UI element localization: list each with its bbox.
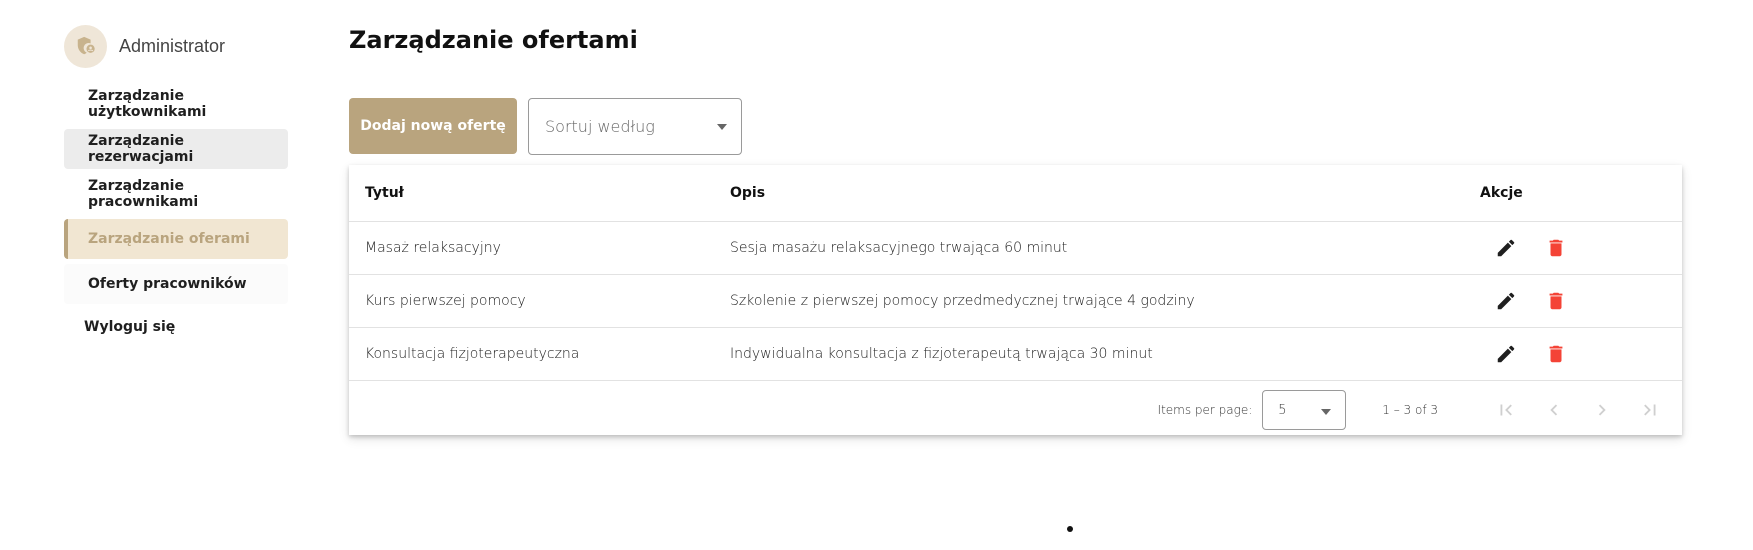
next-page-icon[interactable] bbox=[1578, 390, 1626, 430]
items-per-page-label: Items per page: bbox=[1157, 403, 1253, 417]
prev-page-icon[interactable] bbox=[1530, 390, 1578, 430]
profile-name: Administrator bbox=[119, 35, 226, 56]
row-title: Kurs pierwszej pomocy bbox=[349, 274, 714, 328]
offers-table-card: Tytuł Opis Akcje Masaż relaksacyjny Sesj… bbox=[349, 165, 1682, 435]
row-description: Szkolenie z pierwszej pomocy przedmedycz… bbox=[714, 274, 1464, 328]
sidebar-nav: Zarządzanie użytkownikami Zarządzanie re… bbox=[64, 84, 288, 345]
row-title: Konsultacja fizjoterapeutyczna bbox=[349, 327, 714, 381]
sidebar-item-employee-offers[interactable]: Oferty pracowników bbox=[64, 264, 288, 304]
last-page-icon[interactable] bbox=[1626, 390, 1674, 430]
delete-icon[interactable] bbox=[1544, 342, 1568, 366]
user-shield-icon bbox=[77, 36, 95, 55]
header-title: Tytuł bbox=[349, 165, 714, 222]
row-description: Sesja masażu relaksacyjnego trwająca 60 … bbox=[714, 221, 1464, 275]
header-description: Opis bbox=[714, 165, 1464, 222]
decorative-dot bbox=[1067, 526, 1073, 532]
add-offer-button[interactable]: Dodaj nową ofertę bbox=[349, 98, 517, 154]
delete-icon[interactable] bbox=[1544, 236, 1568, 260]
page-title: Zarządzanie ofertami bbox=[349, 26, 638, 54]
items-per-page-select[interactable]: 5 bbox=[1262, 390, 1347, 430]
chevron-down-icon bbox=[1321, 409, 1332, 415]
row-description: Indywidualna konsultacja z fizjoterapeut… bbox=[714, 327, 1464, 381]
table-header-row: Tytuł Opis Akcje bbox=[349, 165, 1682, 222]
chevron-down-icon bbox=[717, 124, 727, 130]
sidebar-item-offers[interactable]: Zarządzanie oferami bbox=[64, 219, 288, 259]
sidebar-item-reservations[interactable]: Zarządzanie rezerwacjami bbox=[64, 129, 288, 169]
sidebar: Administrator Zarządzanie użytkownikami … bbox=[64, 24, 288, 350]
sort-select[interactable]: Sortuj według bbox=[528, 98, 742, 155]
avatar bbox=[64, 24, 107, 68]
row-title: Masaż relaksacyjny bbox=[349, 221, 714, 275]
first-page-icon[interactable] bbox=[1482, 390, 1530, 430]
sidebar-item-employees[interactable]: Zarządzanie pracownikami bbox=[64, 174, 288, 214]
page-range: 1 – 3 of 3 bbox=[1382, 403, 1438, 417]
edit-icon[interactable] bbox=[1494, 236, 1518, 260]
logout-link[interactable]: Wyloguj się bbox=[64, 309, 288, 345]
delete-icon[interactable] bbox=[1544, 289, 1568, 313]
paginator: Items per page: 5 1 – 3 of 3 bbox=[349, 386, 1682, 434]
sidebar-item-users[interactable]: Zarządzanie użytkownikami bbox=[64, 84, 288, 124]
sort-placeholder: Sortuj według bbox=[545, 117, 655, 136]
edit-icon[interactable] bbox=[1494, 289, 1518, 313]
edit-icon[interactable] bbox=[1494, 342, 1518, 366]
table-row: Kurs pierwszej pomocy Szkolenie z pierws… bbox=[349, 274, 1682, 328]
table-row: Konsultacja fizjoterapeutyczna Indywidua… bbox=[349, 327, 1682, 381]
profile: Administrator bbox=[64, 24, 288, 68]
table-row: Masaż relaksacyjny Sesja masażu relaksac… bbox=[349, 221, 1682, 275]
header-actions: Akcje bbox=[1464, 165, 1682, 222]
items-per-page-value: 5 bbox=[1278, 402, 1287, 418]
offers-table: Tytuł Opis Akcje Masaż relaksacyjny Sesj… bbox=[349, 165, 1682, 381]
